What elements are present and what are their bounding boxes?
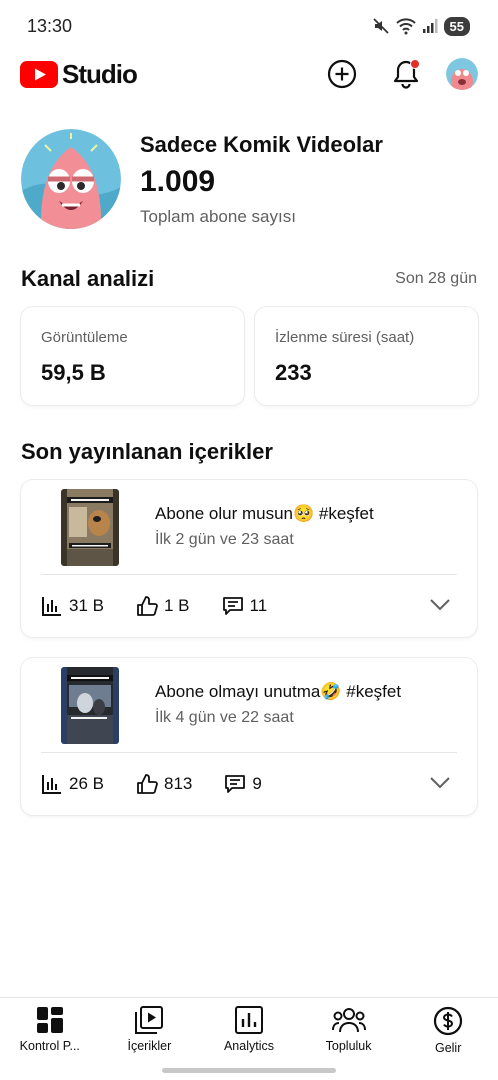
views-value: 59,5 B [41, 360, 106, 385]
video-stats: 31 B 1 B 11 [41, 575, 457, 637]
watch-time-value: 233 [275, 360, 312, 385]
dashboard-icon [36, 1007, 63, 1033]
notification-badge [410, 59, 420, 69]
expand-button[interactable] [429, 775, 451, 794]
create-icon [327, 59, 357, 89]
views-stat: 31 B [41, 595, 104, 617]
studio-logo[interactable]: Studio [20, 58, 138, 90]
content-icon [135, 1006, 164, 1034]
nav-earn[interactable]: Gelir [398, 998, 498, 1059]
chevron-down-icon [430, 598, 450, 610]
nav-label: Gelir [434, 1041, 462, 1055]
status-time: 13:30 [27, 15, 73, 36]
watch-time-card[interactable]: İzlenme süresi (saat) 233 [255, 307, 478, 405]
nav-content[interactable]: İçerikler [100, 998, 200, 1059]
analytics-period: Son 28 gün [395, 270, 477, 287]
video-thumbnail[interactable] [61, 489, 119, 566]
expand-button[interactable] [429, 597, 451, 616]
analytics-bars-icon [42, 597, 61, 616]
analytics-bars-icon [42, 775, 61, 794]
header-actions [320, 52, 478, 96]
thumbnail-image [61, 667, 119, 744]
watch-time-label: İzlenme süresi (saat) [275, 329, 415, 346]
youtube-logo-icon [20, 60, 58, 88]
video-title: Abone olur musun🥺 #keşfet [155, 504, 374, 523]
channel-summary: Sadece Komik Videolar 1.009 Toplam abone… [21, 129, 383, 229]
video-card: Abone olmayı unutma🤣 #keşfet İlk 4 gün v… [21, 658, 477, 815]
nav-dashboard[interactable]: Kontrol P... [0, 998, 100, 1059]
brand-text: Studio [62, 58, 138, 89]
video-card: Abone olur musun🥺 #keşfet İlk 2 gün ve 2… [21, 480, 477, 637]
studio-dashboard: 13:30 55 Studio Sadece Komik Videolar 1.… [0, 0, 498, 1080]
nav-label: Analytics [223, 1039, 274, 1053]
home-indicator[interactable] [162, 1068, 336, 1073]
analytics-icon [234, 1006, 263, 1034]
recent-header: Son yayınlanan içerikler [21, 439, 477, 465]
signal-icon [422, 19, 438, 33]
nav-analytics[interactable]: Analytics [199, 998, 299, 1059]
likes-stat: 1 B [136, 595, 190, 617]
video-stats: 26 B 813 9 [41, 753, 457, 815]
channel-info: Sadece Komik Videolar 1.009 Toplam abone… [140, 131, 383, 227]
mute-icon [372, 18, 389, 34]
channel-name: Sadece Komik Videolar [140, 132, 383, 157]
likes-count: 1 B [163, 596, 190, 615]
comment-icon [225, 775, 246, 793]
nav-community[interactable]: Topluluk [299, 998, 399, 1059]
subscriber-label: Toplam abone sayısı [140, 207, 296, 226]
subscriber-count: 1.009 [140, 165, 216, 198]
avatar-image [446, 58, 478, 90]
recent-title: Son yayınlanan içerikler [21, 439, 273, 464]
community-icon [331, 1008, 366, 1033]
earn-icon [434, 1006, 463, 1036]
views-count: 26 B [69, 774, 104, 793]
battery-indicator: 55 [443, 16, 470, 36]
comments-stat: 11 [222, 595, 268, 617]
views-label: Görüntüleme [41, 329, 128, 346]
nav-label: İçerikler [127, 1039, 172, 1053]
views-stat: 26 B [41, 773, 104, 795]
create-button[interactable] [320, 52, 364, 96]
video-row[interactable]: Abone olmayı unutma🤣 #keşfet İlk 4 gün v… [21, 658, 477, 752]
comment-icon [222, 597, 243, 615]
comments-count: 9 [252, 774, 262, 793]
analytics-header: Kanal analizi Son 28 gün [21, 266, 477, 292]
channel-avatar-image [21, 129, 121, 229]
comments-stat: 9 [224, 773, 262, 795]
nav-label: Kontrol P... [19, 1039, 80, 1053]
likes-count: 813 [163, 774, 193, 793]
nav-label: Topluluk [325, 1039, 372, 1053]
app-header: Studio [0, 52, 498, 96]
account-avatar[interactable] [446, 58, 478, 90]
bottom-nav: Kontrol P... İçerikler Analytics Toplulu… [0, 997, 498, 1059]
views-card[interactable]: Görüntüleme 59,5 B [21, 307, 244, 405]
video-row[interactable]: Abone olur musun🥺 #keşfet İlk 2 gün ve 2… [21, 480, 477, 574]
wifi-icon [395, 18, 416, 35]
thumbnail-image [61, 489, 119, 566]
channel-avatar[interactable] [21, 129, 121, 229]
status-icons: 55 [372, 16, 470, 36]
likes-stat: 813 [136, 773, 192, 795]
video-thumbnail[interactable] [61, 667, 119, 744]
thumbs-up-icon [137, 596, 158, 616]
analytics-title: Kanal analizi [21, 266, 155, 291]
comments-count: 11 [249, 596, 268, 615]
thumbs-up-icon [137, 774, 158, 794]
views-count: 31 B [69, 596, 104, 615]
video-period: İlk 2 gün ve 23 saat [155, 531, 294, 548]
video-title: Abone olmayı unutma🤣 #keşfet [155, 682, 402, 701]
video-period: İlk 4 gün ve 22 saat [155, 709, 294, 726]
notifications-button[interactable] [384, 52, 428, 96]
status-bar: 13:30 55 [0, 0, 498, 52]
chevron-down-icon [430, 776, 450, 788]
